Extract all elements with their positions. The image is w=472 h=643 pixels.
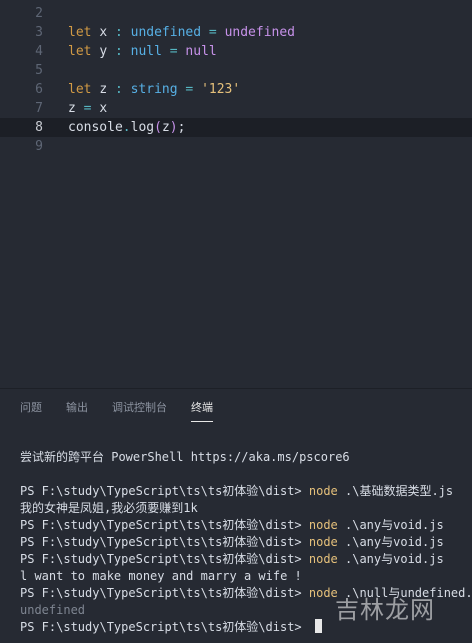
terminal-command: node — [308, 586, 338, 600]
code-token: string — [130, 82, 178, 97]
code-token: ( — [154, 120, 162, 135]
terminal-args: .\null与undefined.js — [345, 586, 472, 600]
panel-tabs: 问题 输出 调试控制台 终端 — [0, 389, 472, 427]
code-token: null — [130, 44, 162, 59]
terminal-prompt: PS F:\study\TypeScript\ts\ts初体验\dist> — [20, 535, 309, 549]
code-token: undefined — [130, 25, 202, 40]
code-token: y — [99, 44, 108, 59]
code-token: = — [177, 82, 202, 97]
terminal-prompt: PS F:\study\TypeScript\ts\ts初体验\dist> — [20, 484, 309, 498]
tab-problems[interactable]: 问题 — [20, 401, 42, 421]
terminal-command: node — [308, 552, 338, 566]
terminal-output[interactable]: 尝试新的跨平台 PowerShell https://aka.ms/pscore… — [20, 449, 472, 636]
terminal-command: node — [308, 535, 338, 549]
code-text: let y : null = null — [68, 42, 217, 61]
code-editor[interactable]: 2 3 let x : undefined = undefined 4 let y : … — [0, 0, 472, 388]
terminal-prompt: PS F:\study\TypeScript\ts\ts初体验\dist> — [20, 620, 309, 634]
code-line[interactable]: 4 let y : null = null — [0, 42, 472, 61]
line-number: 9 — [35, 139, 43, 154]
terminal-prompt: PS F:\study\TypeScript\ts\ts初体验\dist> — [20, 586, 309, 600]
line-number: 2 — [35, 6, 43, 21]
line-number: 4 — [35, 44, 43, 59]
line-number: 3 — [35, 25, 43, 40]
line-number: 6 — [35, 82, 43, 97]
code-text: console.log(z); — [68, 118, 185, 137]
code-token: : — [107, 44, 131, 59]
code-token: : — [107, 25, 131, 40]
code-token: = — [75, 101, 100, 116]
code-token: let — [68, 44, 100, 59]
code-token: ) — [169, 120, 178, 135]
code-text: let x : undefined = undefined — [68, 23, 295, 42]
terminal-args: .\any与void.js — [337, 552, 444, 566]
code-token: let — [68, 25, 100, 40]
code-token: z — [68, 101, 76, 116]
tab-output[interactable]: 输出 — [66, 401, 88, 421]
terminal-output-line: l want to make money and marry a wife ! — [20, 569, 302, 583]
terminal-command: node — [308, 518, 338, 532]
code-token: z — [161, 120, 170, 135]
line-number: 8 — [35, 120, 43, 135]
code-token: log — [130, 120, 155, 135]
code-token: null — [185, 44, 217, 59]
code-token: undefined — [224, 25, 296, 40]
tab-debug-console[interactable]: 调试控制台 — [112, 401, 167, 421]
code-text: let z : string = '123' — [68, 80, 240, 99]
code-token: = — [201, 25, 225, 40]
code-line[interactable]: 6 let z : string = '123' — [0, 80, 472, 99]
code-text: z = x — [68, 99, 107, 118]
code-line[interactable]: 2 — [0, 4, 472, 23]
terminal-output-line: undefined — [20, 603, 86, 617]
terminal-command-line: PS F:\study\TypeScript\ts\ts初体验\dist> no… — [20, 517, 472, 534]
code-token: : — [107, 82, 131, 97]
terminal-args: .\any与void.js — [337, 535, 444, 549]
code-token: console — [68, 120, 123, 135]
terminal-output-line: 我的女神是凤姐,我必须要赚到1k — [20, 501, 198, 515]
terminal-args: .\any与void.js — [337, 518, 444, 532]
terminal-cursor — [314, 619, 322, 633]
code-token: '123' — [201, 82, 241, 97]
code-token: x — [99, 25, 108, 40]
terminal-prompt: PS F:\study\TypeScript\ts\ts初体验\dist> — [20, 518, 309, 532]
terminal-command-line: PS F:\study\TypeScript\ts\ts初体验\dist> — [20, 619, 472, 636]
line-number: 7 — [35, 101, 43, 116]
code-token: z — [99, 82, 108, 97]
terminal-command-line: PS F:\study\TypeScript\ts\ts初体验\dist> no… — [20, 551, 472, 568]
code-line[interactable]: 3 let x : undefined = undefined — [0, 23, 472, 42]
terminal-prompt: PS F:\study\TypeScript\ts\ts初体验\dist> — [20, 552, 309, 566]
bottom-panel: 问题 输出 调试控制台 终端 尝试新的跨平台 PowerShell https:… — [0, 388, 472, 643]
code-token: ; — [177, 120, 186, 135]
terminal-args: .\基础数据类型.js — [337, 484, 454, 498]
terminal-command-line: PS F:\study\TypeScript\ts\ts初体验\dist> no… — [20, 585, 472, 602]
code-token: = — [161, 44, 186, 59]
code-line[interactable]: 5 — [0, 61, 472, 80]
terminal-command-line: PS F:\study\TypeScript\ts\ts初体验\dist> no… — [20, 534, 472, 551]
tab-terminal[interactable]: 终端 — [191, 401, 213, 422]
code-token: . — [122, 120, 131, 135]
line-number: 5 — [35, 63, 43, 78]
code-line[interactable]: 7 z = x — [0, 99, 472, 118]
code-token: let — [68, 82, 100, 97]
terminal-command: node — [308, 484, 338, 498]
terminal-banner: 尝试新的跨平台 PowerShell https://aka.ms/pscore… — [20, 450, 350, 464]
terminal-command-line: PS F:\study\TypeScript\ts\ts初体验\dist> no… — [20, 483, 472, 500]
code-token: x — [99, 101, 108, 116]
code-line[interactable]: 9 — [0, 137, 472, 156]
code-line[interactable]: 8 console.log(z); — [0, 118, 472, 137]
